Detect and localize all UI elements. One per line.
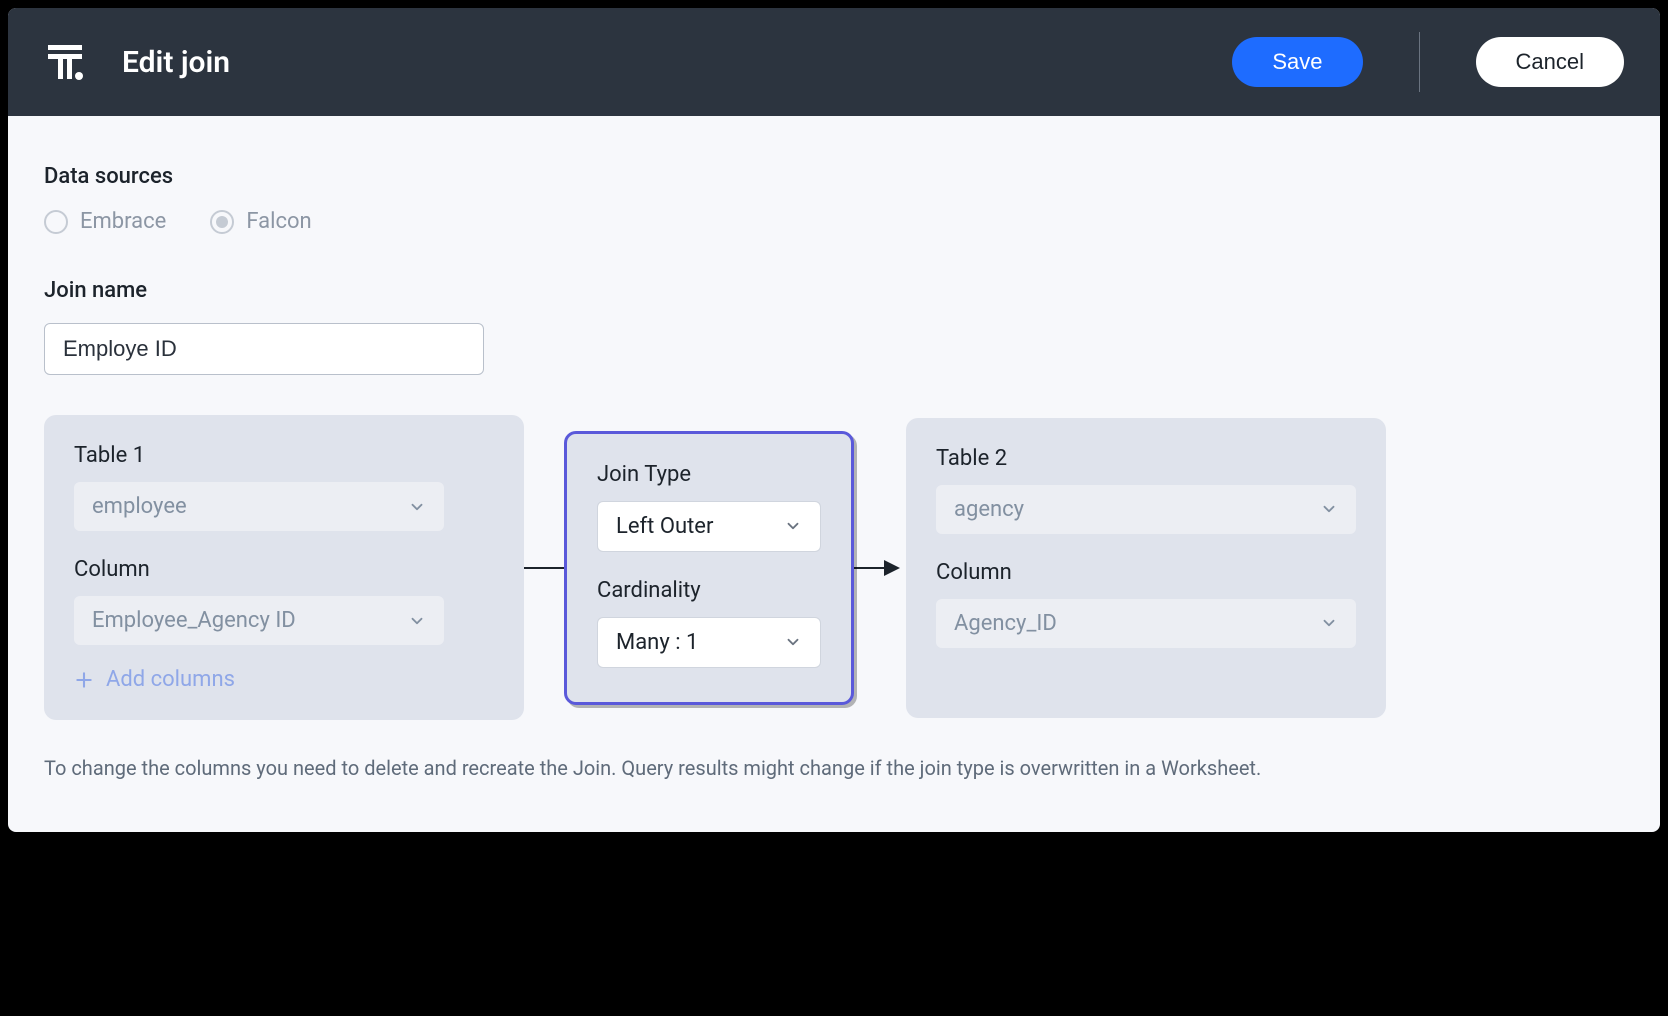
radio-embrace[interactable]: Embrace [44, 209, 166, 234]
dialog-title: Edit join [122, 45, 1196, 80]
dialog-body: Data sources Embrace Falcon Join name Ta… [8, 116, 1660, 808]
table2-card: Table 2 agency Column Agency_ID [906, 418, 1386, 718]
data-sources-label: Data sources [44, 164, 1624, 189]
cancel-button[interactable]: Cancel [1476, 37, 1624, 87]
chevron-down-icon [1320, 614, 1338, 632]
connector-left [524, 567, 564, 569]
table2-select[interactable]: agency [936, 485, 1356, 534]
edit-join-dialog: Edit join Save Cancel Data sources Embra… [8, 8, 1660, 832]
chevron-down-icon [784, 633, 802, 651]
radio-label: Embrace [80, 209, 166, 234]
table1-select[interactable]: employee [74, 482, 444, 531]
arrow-right-icon [884, 560, 900, 576]
table1-column-value: Employee_Agency ID [92, 608, 296, 633]
add-columns-link[interactable]: Add columns [74, 667, 494, 692]
table2-column-select[interactable]: Agency_ID [936, 599, 1356, 648]
join-config-row: Table 1 employee Column Employee_Agency … [44, 415, 1624, 720]
table1-column-select[interactable]: Employee_Agency ID [74, 596, 444, 645]
radio-falcon[interactable]: Falcon [210, 209, 311, 234]
join-type-value: Left Outer [616, 514, 713, 539]
table2-column-value: Agency_ID [954, 611, 1057, 636]
table1-card: Table 1 employee Column Employee_Agency … [44, 415, 524, 720]
radio-icon [44, 210, 68, 234]
chevron-down-icon [408, 612, 426, 630]
cardinality-label: Cardinality [597, 578, 821, 603]
join-type-label: Join Type [597, 462, 821, 487]
chevron-down-icon [1320, 500, 1338, 518]
join-name-input[interactable] [44, 323, 484, 375]
join-type-select[interactable]: Left Outer [597, 501, 821, 552]
radio-icon [210, 210, 234, 234]
join-name-label: Join name [44, 278, 1624, 303]
chevron-down-icon [784, 517, 802, 535]
chevron-down-icon [408, 498, 426, 516]
connector-right [854, 560, 906, 576]
join-type-card: Join Type Left Outer Cardinality Many : … [564, 431, 854, 705]
table1-title: Table 1 [74, 443, 494, 468]
table1-column-label: Column [74, 557, 494, 582]
table2-column-label: Column [936, 560, 1356, 585]
radio-label: Falcon [246, 209, 311, 234]
dialog-header: Edit join Save Cancel [8, 8, 1660, 116]
table2-value: agency [954, 497, 1024, 522]
footer-note: To change the columns you need to delete… [44, 756, 1624, 780]
table1-value: employee [92, 494, 187, 519]
app-logo-icon [44, 41, 86, 83]
data-sources-radio-group: Embrace Falcon [44, 209, 1624, 234]
cardinality-value: Many : 1 [616, 630, 698, 655]
add-columns-label: Add columns [106, 667, 235, 692]
plus-icon [74, 670, 94, 690]
table2-title: Table 2 [936, 446, 1356, 471]
header-divider [1419, 32, 1420, 92]
save-button[interactable]: Save [1232, 37, 1362, 87]
cardinality-select[interactable]: Many : 1 [597, 617, 821, 668]
